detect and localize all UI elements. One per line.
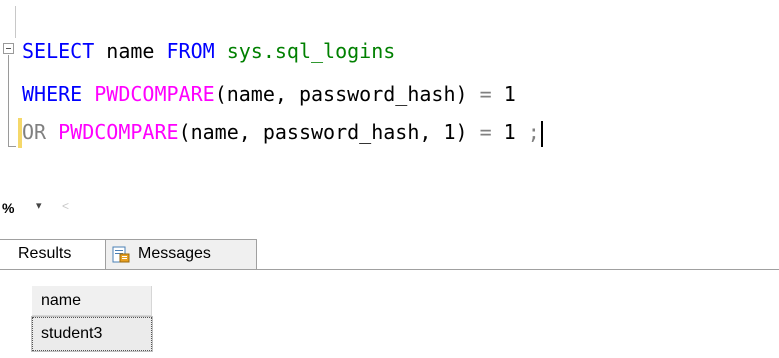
results-grid[interactable]: name student3 [0, 278, 779, 358]
tab-messages-label: Messages [138, 245, 211, 262]
code-line-3[interactable]: OR PWDCOMPARE(name, password_hash, 1) = … [22, 117, 543, 147]
tab-messages[interactable]: Messages [105, 239, 257, 269]
operator-or: OR [22, 120, 47, 144]
collapse-region-end [8, 146, 16, 147]
zoom-dropdown-icon[interactable]: ▾ [36, 199, 42, 212]
function-pwdcompare: PWDCOMPARE [94, 82, 215, 106]
numeric-literal: 1 [503, 120, 528, 144]
zoom-level[interactable]: % [2, 200, 14, 216]
editor-margin-line [15, 6, 16, 38]
keyword-from: FROM [166, 39, 215, 63]
text-caret [540, 120, 543, 147]
code-line-1[interactable]: SELECT name FROM sys.sql_logins [22, 36, 395, 66]
grid-cell[interactable]: student3 [31, 316, 153, 352]
tab-results[interactable]: Results [0, 239, 106, 269]
function-args: (name, password_hash) [214, 82, 468, 106]
keyword-where: WHERE [22, 82, 83, 106]
column-header-name[interactable]: name [32, 286, 152, 316]
semicolon: ; [527, 120, 540, 144]
equals-operator: = [467, 120, 504, 144]
scroll-left-icon[interactable]: < [62, 199, 69, 213]
zoom-bar: % ▾ < [0, 196, 779, 224]
keyword-select: SELECT [22, 39, 95, 63]
function-pwdcompare: PWDCOMPARE [58, 120, 179, 144]
code-line-2[interactable]: WHERE PWDCOMPARE(name, password_hash) = … [22, 79, 516, 109]
tab-results-label: Results [18, 245, 72, 262]
row-number-gutter [0, 278, 32, 358]
system-view-name: sys.sql_logins [226, 39, 396, 63]
numeric-literal: 1 [503, 82, 516, 106]
collapse-region-line [8, 55, 9, 147]
results-tabs: Results Messages [0, 232, 779, 270]
function-args: (name, password_hash, 1) [178, 120, 468, 144]
equals-operator: = [467, 82, 504, 106]
query-editor[interactable]: SELECT name FROM sys.sql_logins WHERE PW… [0, 0, 779, 182]
column-name: name [94, 39, 167, 63]
messages-icon [112, 246, 130, 263]
collapse-toggle-icon[interactable] [3, 43, 14, 54]
